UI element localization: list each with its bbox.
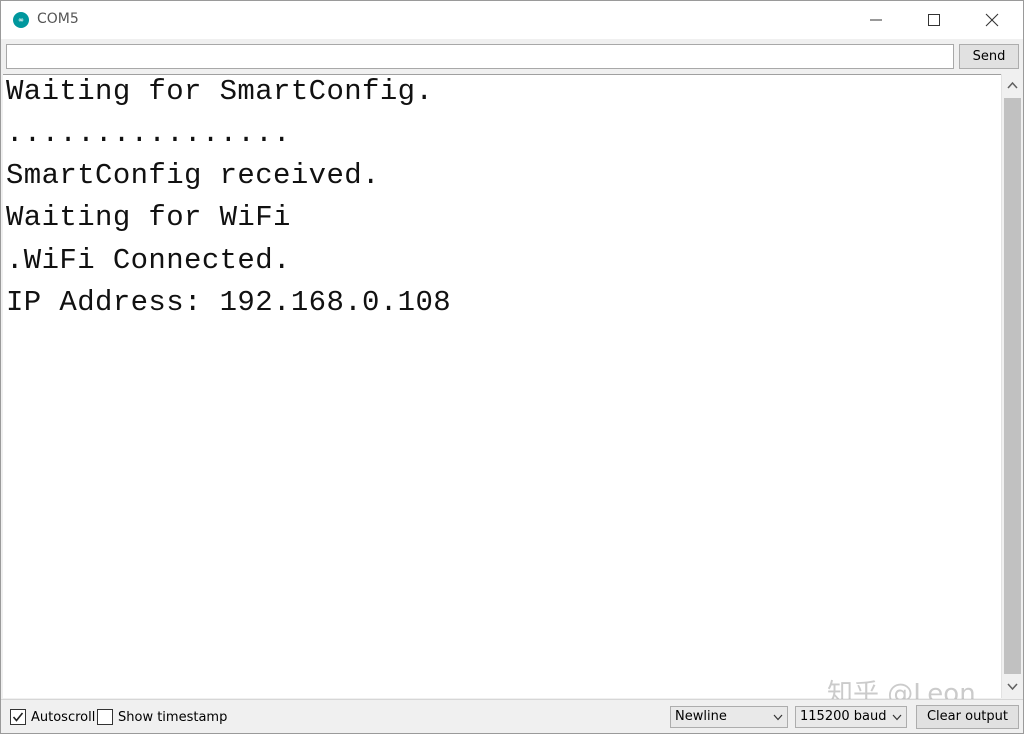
maximize-icon <box>928 14 940 26</box>
scroll-down-button[interactable] <box>1002 676 1023 698</box>
arduino-icon: ∞ <box>13 12 29 28</box>
output-line: Waiting for WiFi <box>6 201 291 234</box>
minimize-icon <box>870 19 882 21</box>
chevron-down-icon <box>773 714 783 721</box>
show-timestamp-label[interactable]: Show timestamp <box>118 710 227 725</box>
send-input[interactable] <box>6 44 954 69</box>
output-line: IP Address: 192.168.0.108 <box>6 286 452 319</box>
autoscroll-checkbox[interactable] <box>10 709 26 725</box>
scroll-up-button[interactable] <box>1002 74 1023 96</box>
clear-output-button[interactable]: Clear output <box>916 705 1019 729</box>
title-bar[interactable]: ∞ COM5 <box>1 1 1023 39</box>
close-button[interactable] <box>963 1 1021 39</box>
chevron-down-icon <box>892 714 902 721</box>
bottom-bar: Autoscroll Show timestamp Newline 115200… <box>1 699 1023 733</box>
serial-monitor-window: ∞ COM5 Send Waiting for SmartConfig. ...… <box>0 0 1024 734</box>
send-row: Send <box>1 39 1023 73</box>
chevron-up-icon <box>1007 81 1018 89</box>
send-button[interactable]: Send <box>959 44 1019 69</box>
minimize-button[interactable] <box>847 1 905 39</box>
autoscroll-label[interactable]: Autoscroll <box>31 710 95 725</box>
baud-rate-select[interactable]: 115200 baud <box>795 706 907 728</box>
serial-output[interactable]: Waiting for SmartConfig. ...............… <box>3 74 1001 698</box>
close-icon <box>985 13 999 27</box>
show-timestamp-checkbox[interactable] <box>97 709 113 725</box>
scroll-thumb[interactable] <box>1004 98 1021 674</box>
baud-rate-value: 115200 baud <box>800 709 887 724</box>
chevron-down-icon <box>1007 683 1018 691</box>
vertical-scrollbar[interactable] <box>1001 74 1023 698</box>
checkmark-icon <box>12 712 24 722</box>
line-ending-select[interactable]: Newline <box>670 706 788 728</box>
maximize-button[interactable] <box>905 1 963 39</box>
output-line: Waiting for SmartConfig. <box>6 75 434 108</box>
output-line: SmartConfig received. <box>6 159 380 192</box>
window-title: COM5 <box>37 11 79 27</box>
output-line: ................ <box>6 117 291 150</box>
line-ending-value: Newline <box>675 709 727 724</box>
output-line: .WiFi Connected. <box>6 244 291 277</box>
